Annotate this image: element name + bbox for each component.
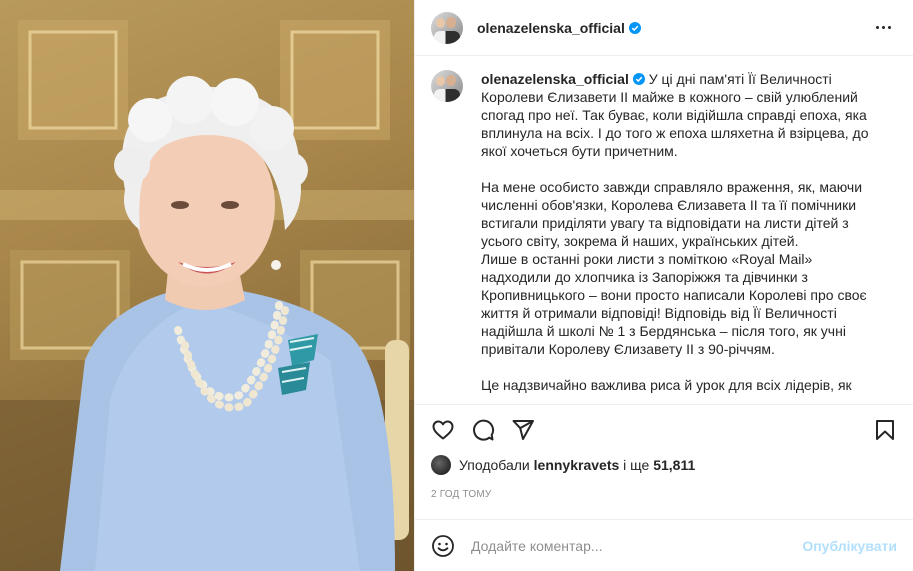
caption-paragraph-3: Це надзвичайно важлива риса й урок для в…	[481, 377, 852, 393]
likes-count[interactable]: 51,811	[653, 457, 695, 473]
caption-author-username[interactable]: olenazelenska_official	[481, 71, 629, 87]
instagram-post: olenazelenska_official olenazelenska_off…	[0, 0, 913, 571]
liker-avatar[interactable]	[431, 455, 451, 475]
verified-badge-icon	[632, 73, 645, 85]
post-photo[interactable]	[0, 0, 414, 571]
comment-icon[interactable]	[471, 418, 495, 442]
post-sidebar: olenazelenska_official olenazelenska_off…	[414, 0, 913, 571]
heart-icon[interactable]	[431, 418, 455, 442]
more-options-icon[interactable]	[870, 20, 897, 35]
caption-paragraph-1: olenazelenska_official У ці дні пам'яті …	[481, 70, 881, 160]
bookmark-icon[interactable]	[873, 418, 897, 442]
author-username[interactable]: olenazelenska_official	[477, 20, 625, 36]
share-icon[interactable]	[511, 418, 535, 442]
portrait-illustration	[0, 20, 414, 571]
publish-button[interactable]: Опублікувати	[802, 538, 897, 554]
comment-box: Опублікувати	[415, 519, 913, 571]
author-avatar[interactable]	[431, 11, 463, 44]
post-header: olenazelenska_official	[415, 0, 913, 56]
caption-paragraph-2: На мене особисто завжди справляло вражен…	[481, 179, 867, 357]
verified-badge-icon	[628, 21, 641, 34]
emoji-icon[interactable]	[431, 534, 455, 558]
likes-prefix: Уподобали	[459, 457, 530, 473]
caption-scroll-area[interactable]: olenazelenska_official У ці дні пам'яті …	[415, 56, 913, 396]
liker-username[interactable]: lennykravets	[534, 457, 620, 473]
caption-author-avatar[interactable]	[431, 70, 463, 102]
action-icons-row	[431, 413, 897, 447]
post-actions: Уподобали lennykravets і ще 51,811 2 ГОД…	[415, 404, 913, 500]
post-timestamp[interactable]: 2 ГОД ТОМУ	[431, 489, 897, 500]
likes-summary: Уподобали lennykravets і ще 51,811	[431, 455, 897, 475]
comment-input[interactable]	[471, 537, 803, 554]
post-caption: olenazelenska_official У ці дні пам'яті …	[481, 70, 881, 396]
likes-connector: і ще	[623, 457, 650, 473]
